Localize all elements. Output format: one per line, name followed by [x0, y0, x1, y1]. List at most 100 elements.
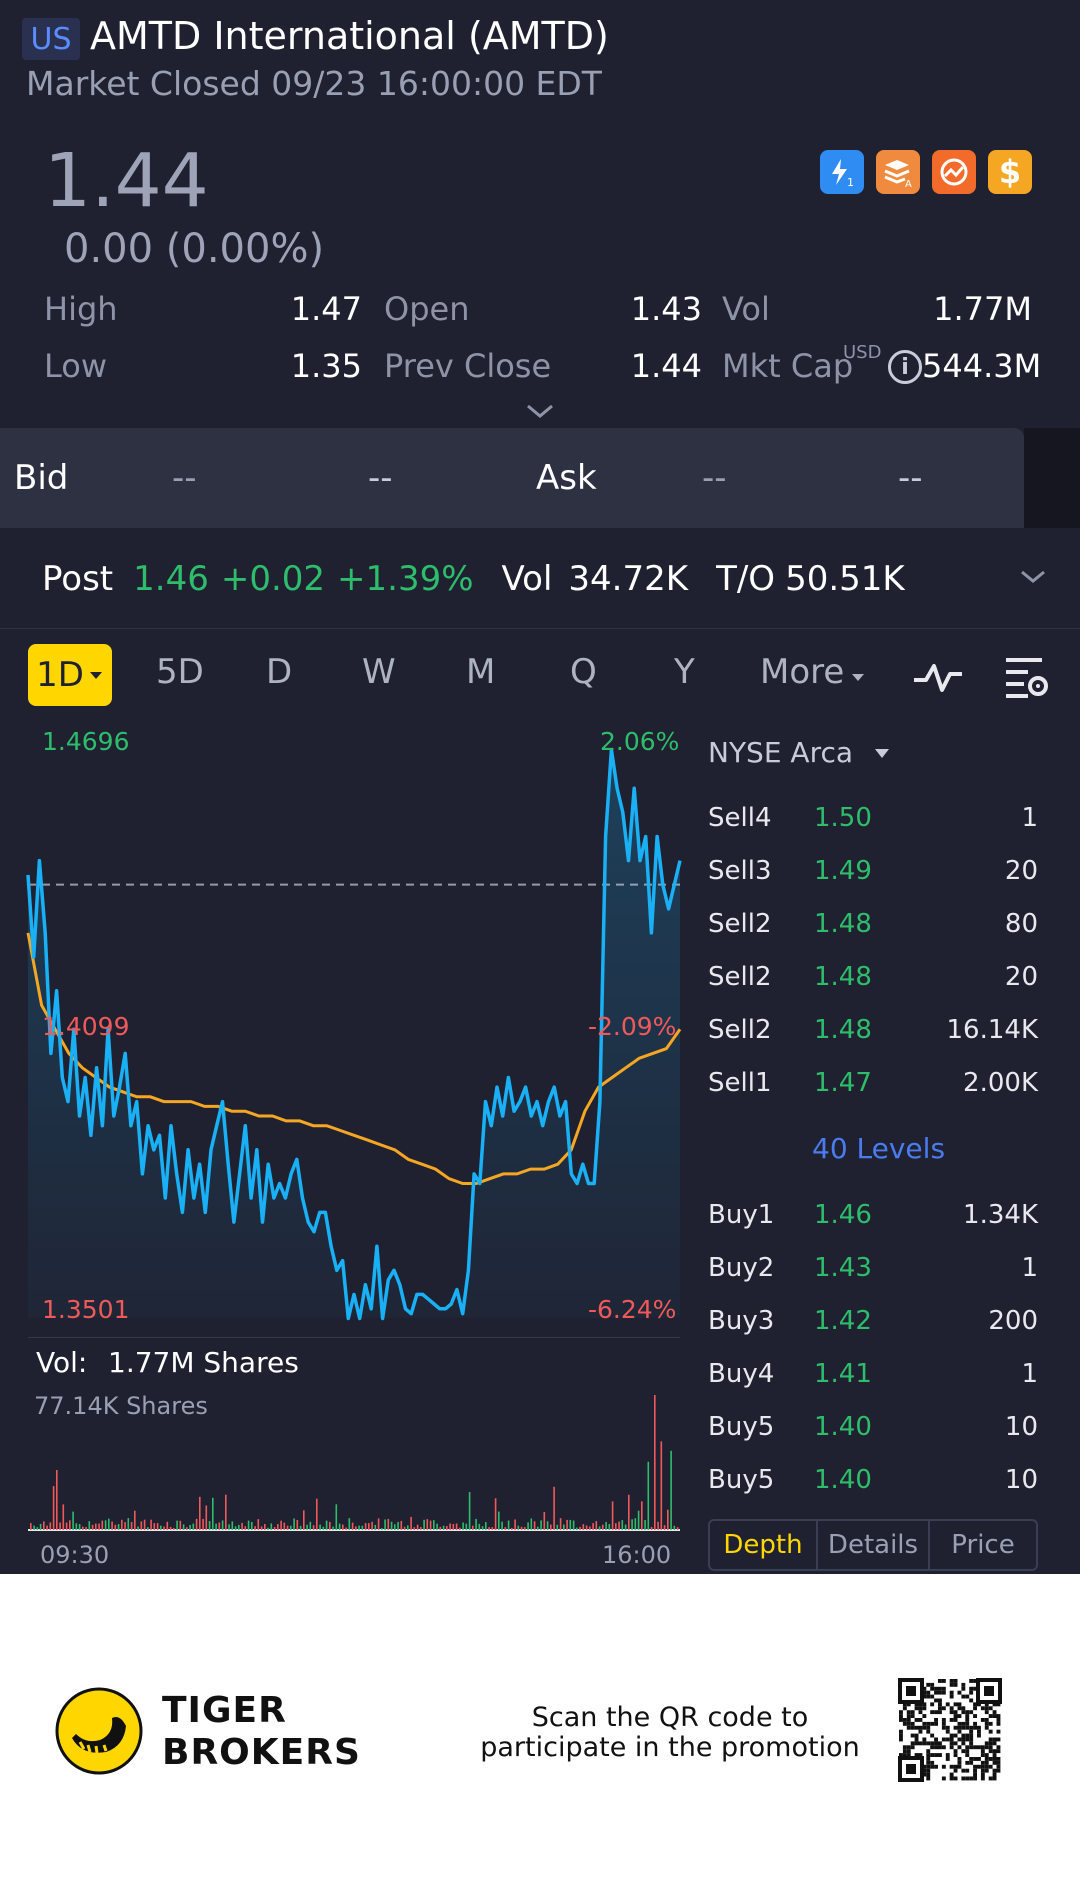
volume-bar	[566, 1519, 568, 1530]
qr-module	[961, 1694, 966, 1699]
prev-close-label: Prev Close	[384, 347, 552, 385]
level-label: Sell2	[708, 961, 772, 992]
level-label: Buy5	[708, 1411, 775, 1442]
qr-module	[918, 1741, 923, 1746]
tab-details[interactable]: Details	[818, 1521, 928, 1569]
volume-bar	[212, 1497, 214, 1530]
volume-bar	[36, 1527, 39, 1530]
volume-bar	[533, 1521, 536, 1530]
qr-module	[965, 1718, 970, 1722]
qr-module	[988, 1721, 993, 1726]
qr-module	[906, 1764, 916, 1774]
volume-bar	[59, 1522, 61, 1530]
ask-price: --	[702, 458, 727, 498]
bid-ask-bar	[0, 428, 1024, 528]
volume-bar	[312, 1525, 315, 1530]
order-book-buys: Buy1 1.46 1.34K Buy2 1.43 1 Buy3 1.42 200 Buy4 1.4…	[700, 1160, 1050, 1521]
level-label: Sell4	[708, 802, 772, 833]
level-qty: 80	[1004, 908, 1038, 939]
open-label: Open	[384, 290, 470, 328]
qr-module	[906, 1686, 916, 1696]
tab-depth[interactable]: Depth	[710, 1521, 816, 1569]
qr-module	[934, 1745, 938, 1750]
indicator-pulse-icon[interactable]	[912, 656, 964, 700]
chart-settings-icon[interactable]	[1002, 654, 1050, 704]
volume-bar	[429, 1520, 432, 1530]
volume-bar	[241, 1522, 243, 1530]
volume-bar	[221, 1520, 224, 1530]
volume-bar	[403, 1526, 406, 1530]
expand-chevron-icon[interactable]	[524, 400, 556, 426]
volume-bar	[114, 1524, 117, 1530]
qr-code-icon[interactable]	[896, 1676, 1002, 1782]
volume-bar	[65, 1522, 68, 1530]
qr-module	[934, 1721, 938, 1726]
tab-q[interactable]: Q	[570, 652, 597, 692]
qr-module	[969, 1776, 974, 1781]
tab-5d[interactable]: 5D	[156, 652, 204, 692]
layers-a-icon[interactable]: A	[876, 150, 920, 194]
tab-m[interactable]: M	[466, 652, 495, 692]
high-value: 1.47	[290, 290, 362, 328]
gauge-icon[interactable]	[932, 150, 976, 194]
more-caret-icon[interactable]	[850, 668, 866, 687]
tab-1d[interactable]: 1D	[28, 644, 112, 706]
qr-module	[980, 1753, 985, 1757]
volume-bar	[192, 1523, 195, 1530]
dollar-icon[interactable]: $	[988, 150, 1032, 194]
volume-bar	[390, 1521, 393, 1530]
level-price: 1.47	[814, 1067, 872, 1098]
bid-ask-side-strip	[1024, 428, 1080, 528]
qr-module	[961, 1682, 966, 1687]
info-icon[interactable]: i	[888, 350, 922, 384]
level-price: 1.48	[814, 961, 872, 992]
qr-module	[996, 1764, 1001, 1769]
tab-more[interactable]: More	[760, 652, 844, 692]
level-qty: 1.34K	[963, 1199, 1038, 1230]
order-book-row: Buy4 1.41 1	[708, 1347, 1038, 1400]
ask-size: --	[898, 458, 923, 498]
qr-module	[949, 1694, 954, 1699]
volume-bar	[267, 1527, 269, 1530]
volume-bar	[446, 1526, 448, 1530]
exchange-selector[interactable]: NYSE Arca	[708, 736, 891, 769]
volume-bar	[358, 1525, 360, 1530]
volume-bar	[160, 1525, 162, 1530]
qr-module	[930, 1733, 935, 1738]
qr-module	[965, 1753, 970, 1757]
volume-bar	[556, 1524, 559, 1530]
tab-y[interactable]: Y	[674, 652, 695, 692]
post-to: 50.51K	[785, 559, 905, 599]
qr-module	[949, 1737, 954, 1742]
qr-module	[957, 1737, 962, 1742]
qr-module	[973, 1745, 977, 1750]
tab-w[interactable]: W	[362, 652, 396, 692]
post-market-bar[interactable]: Post 1.46 +0.02 +1.39% Vol 34.72K T/O 50…	[0, 530, 1080, 628]
order-book-row: Sell41.5010	[708, 776, 1038, 791]
qr-module	[934, 1690, 938, 1695]
level-qty: 1	[1021, 802, 1038, 833]
lightning-1-icon[interactable]: 1	[820, 150, 864, 194]
volume-bar	[670, 1450, 672, 1530]
qr-module	[953, 1749, 958, 1754]
tab-d[interactable]: D	[266, 652, 292, 692]
post-chevron-down-icon[interactable]	[1018, 566, 1048, 592]
volume-bar	[569, 1519, 572, 1530]
qr-module	[926, 1690, 931, 1695]
qr-module	[918, 1729, 923, 1734]
volume-bar	[325, 1520, 328, 1530]
qr-module	[965, 1749, 970, 1754]
volume-bar	[452, 1524, 455, 1530]
tab-price[interactable]: Price	[930, 1521, 1036, 1569]
level-label: Buy2	[708, 1252, 775, 1283]
order-book-row: Buy5 1.40 10	[708, 1400, 1038, 1453]
volume-bar	[527, 1522, 529, 1530]
qr-module	[926, 1694, 931, 1699]
qr-module	[926, 1729, 931, 1734]
volume-bar	[234, 1526, 237, 1530]
qr-module	[973, 1725, 977, 1730]
qr-module	[926, 1753, 931, 1757]
qr-module	[992, 1768, 997, 1773]
qr-module	[953, 1725, 958, 1730]
qr-module	[961, 1725, 966, 1730]
